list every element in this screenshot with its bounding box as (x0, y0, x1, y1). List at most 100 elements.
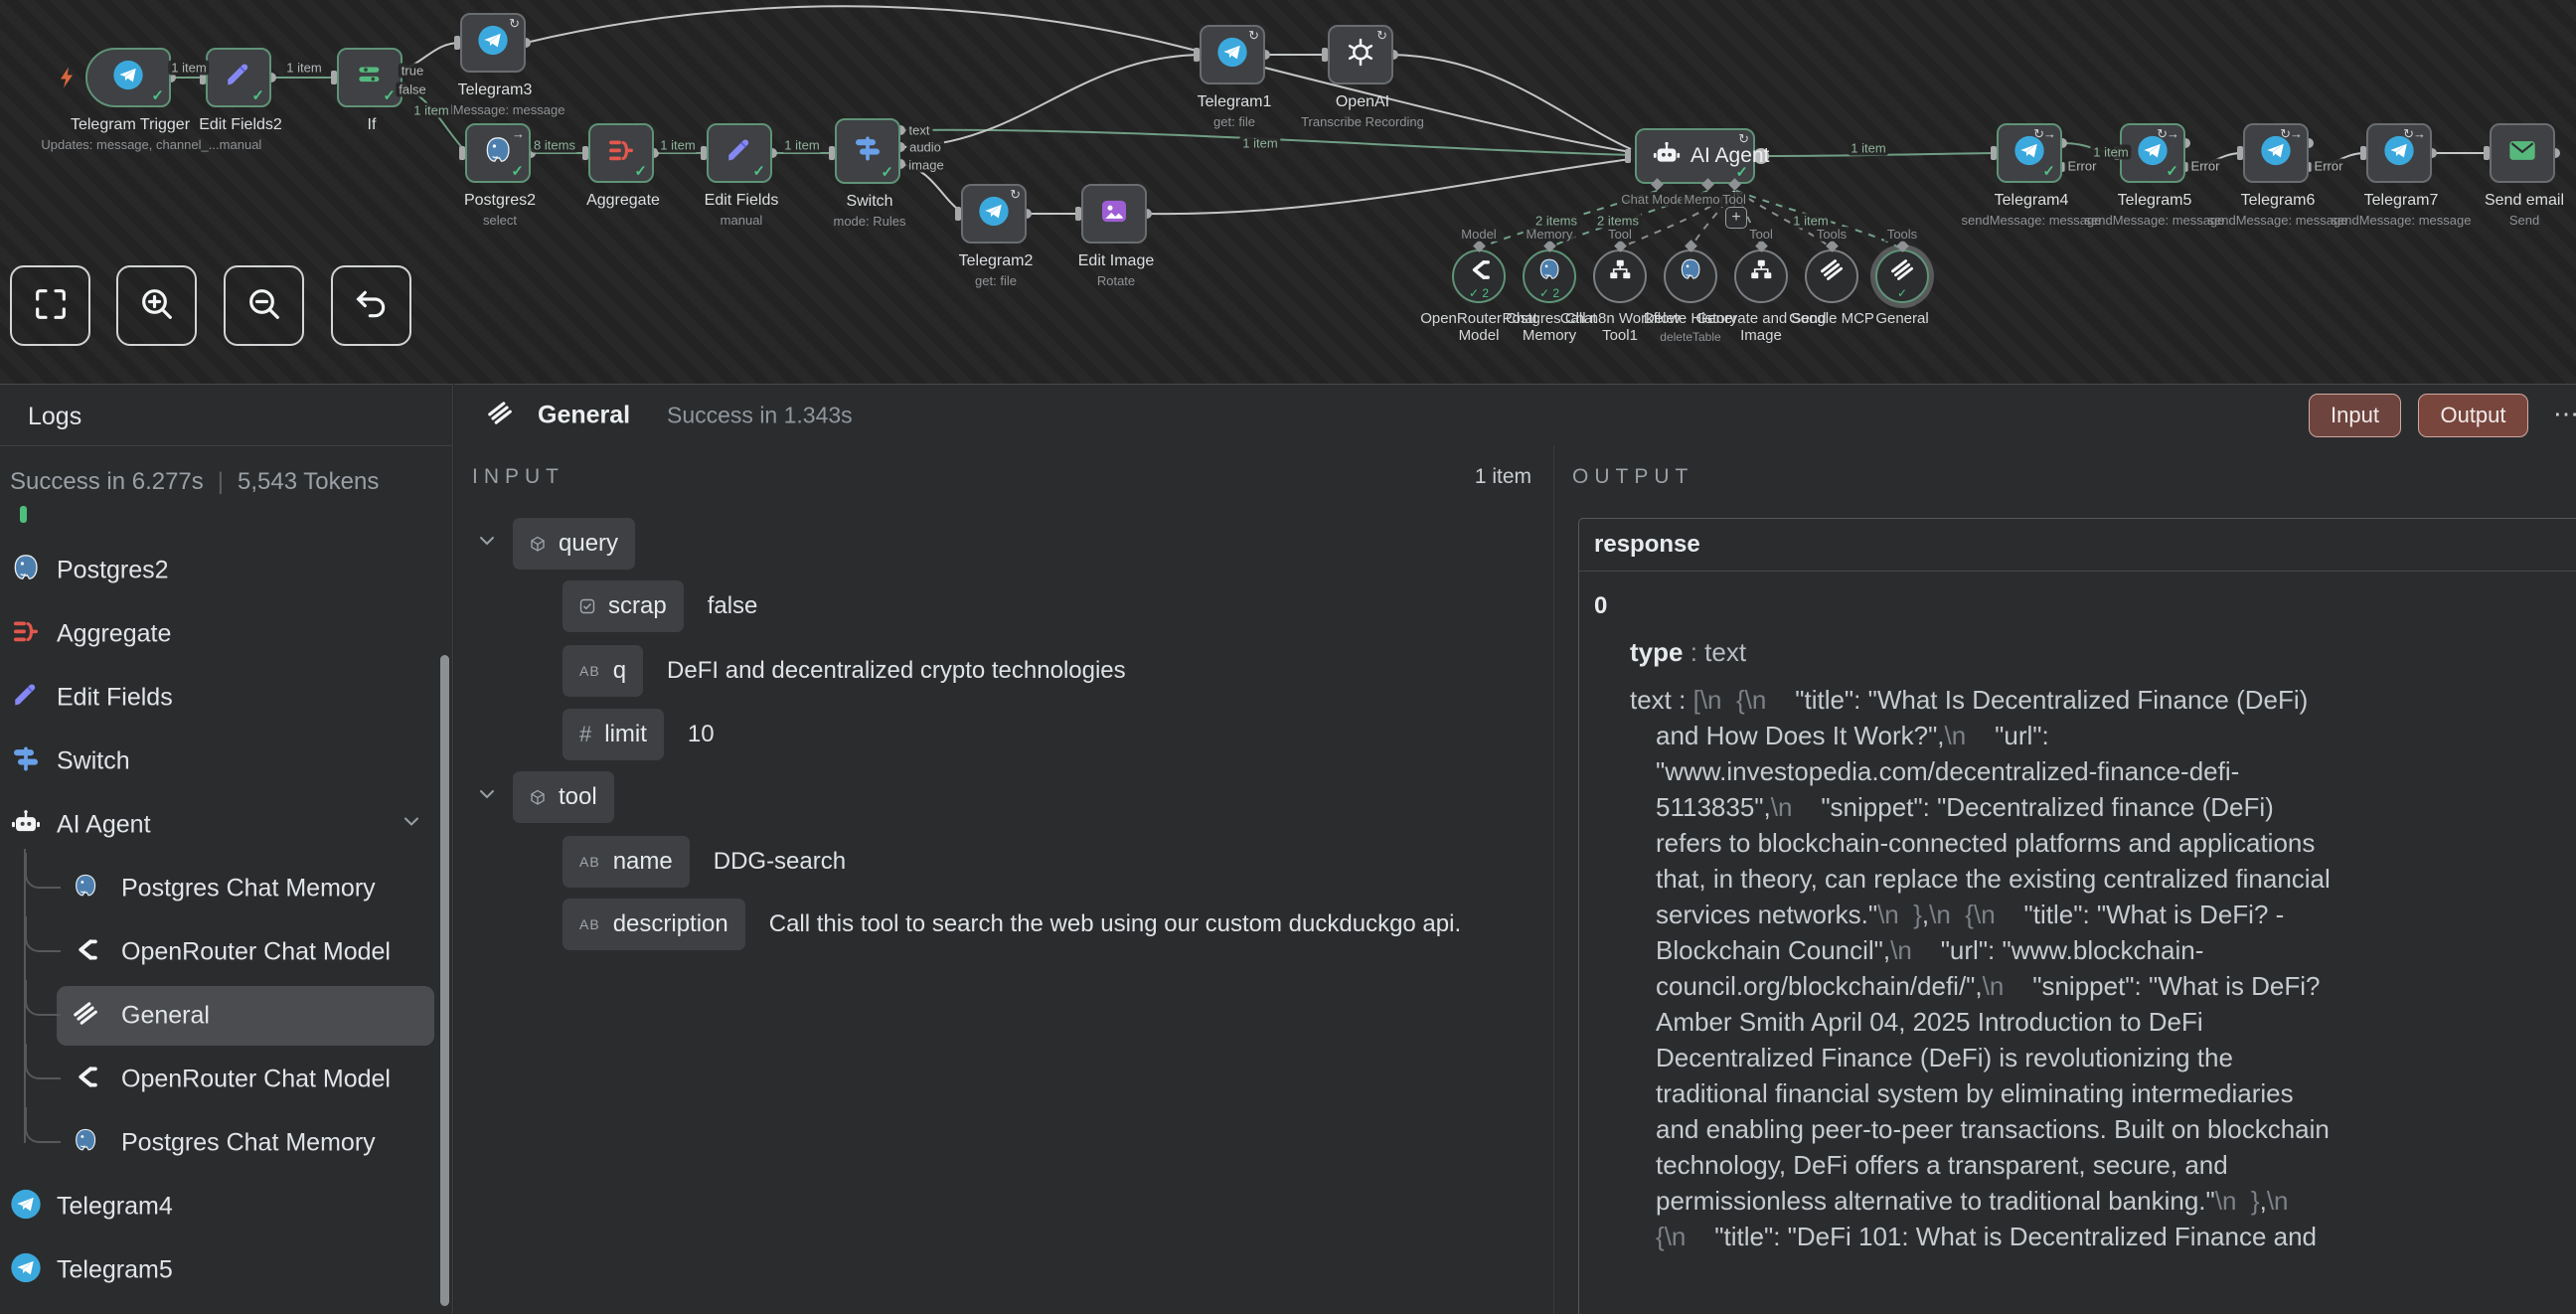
edge-label: audio (906, 140, 944, 155)
node-edit-image[interactable]: Edit ImageRotate (1081, 184, 1147, 244)
node-ai-agent[interactable]: AI Agent↻✓ (1635, 128, 1755, 184)
input-panel: INPUT 1 item queryscrapfalseABqDeFI and … (454, 445, 1553, 1314)
node-badge-icon: ↻→ (2033, 126, 2055, 142)
key-pill-name[interactable]: ABname (563, 836, 690, 888)
edge-label: 1 item (657, 138, 698, 153)
robot-icon (10, 807, 42, 844)
node-telegram6[interactable]: ↻→Telegram6sendMessage: message (2243, 123, 2309, 183)
logs-item-switch[interactable]: Switch (0, 738, 453, 785)
telegram-icon (112, 60, 144, 96)
openrouter-icon (1466, 257, 1492, 288)
response-block: response 0 type : text text : [\n {\n "t… (1578, 518, 2576, 1314)
node-badge-icon: ↻ (1248, 28, 1258, 44)
run-summary[interactable]: Success in 6.277s|5,543 Tokens (10, 468, 379, 496)
add-tool-button[interactable]: + (1725, 207, 1747, 229)
subnode-openrouter-chat-model-1[interactable]: ✓ 2 (1452, 249, 1506, 303)
agent-connector-label: Tool (1719, 192, 1749, 207)
fit-view-button[interactable] (10, 265, 90, 346)
node-postgres2[interactable]: →✓Postgres2select (465, 123, 531, 183)
input-row-q: ABqDeFI and decentralized crypto technol… (563, 645, 1126, 697)
node-label: If (262, 116, 481, 134)
logs-item-label: Aggregate (57, 620, 171, 649)
input-toggle-button[interactable]: Input (2309, 394, 2401, 437)
node-switch[interactable]: ✓Switchmode: Rules (835, 118, 900, 184)
logs-item-postgres-chat-memory[interactable]: Postgres Chat Memory (0, 865, 453, 912)
key-pill-query[interactable]: query (513, 518, 635, 570)
subnode-delete-history[interactable] (1664, 249, 1717, 303)
zoom-in-button[interactable] (116, 265, 197, 346)
node-edit-fields[interactable]: ✓Edit Fieldsmanual (707, 123, 772, 183)
key-pill-description[interactable]: ABdescription (563, 899, 745, 950)
node-telegram-trigger[interactable]: ✓Telegram TriggerUpdates: message, chann… (85, 48, 171, 107)
openrouter-icon (72, 1064, 99, 1096)
success-check-icon: ✓ (151, 86, 164, 104)
node-telegram3[interactable]: ↻Telegram3sendMessage: message (460, 13, 526, 73)
subnode-connector-label: Tools (1884, 227, 1920, 242)
tools-icon (486, 399, 514, 431)
token-count: 5,543 Tokens (238, 468, 379, 495)
telegram-icon (978, 196, 1010, 233)
key-pill-limit[interactable]: #limit (563, 709, 664, 760)
selected-node-title: General (538, 401, 630, 429)
value-name: DDG-search (714, 848, 846, 876)
logs-item-ai-agent[interactable]: AI Agent (0, 801, 453, 849)
subnode-postgres-chat-memory-1[interactable]: ✓ 2 (1523, 249, 1576, 303)
node-edit-fields2[interactable]: ✓Edit Fields2manual (206, 48, 271, 107)
node-telegram1[interactable]: ↻Telegram1get: file (1200, 25, 1265, 84)
subnode-call-n8n-workflow-tool1[interactable] (1593, 249, 1647, 303)
edge-label: Error (2312, 159, 2346, 174)
workflow-icon (1607, 257, 1633, 288)
key-label: description (613, 910, 728, 938)
logs-item-postgres2[interactable]: Postgres2 (0, 547, 453, 594)
edge-label: 1 item (283, 61, 324, 76)
cube-icon (530, 789, 546, 805)
node-aggregate[interactable]: ✓Aggregate (588, 123, 654, 183)
node-openai[interactable]: ↻OpenAITranscribe Recording (1328, 25, 1393, 84)
logs-item-aggregate[interactable]: Aggregate (0, 610, 453, 658)
chevron-down-icon[interactable] (479, 787, 495, 808)
success-check-icon: ✓ (511, 162, 524, 180)
node-telegram4[interactable]: ↻→✓Telegram4sendMessage: message (1997, 123, 2062, 183)
logs-item-openrouter-chat-model[interactable]: OpenRouter Chat Model (0, 1056, 453, 1103)
zoom-out-button[interactable] (224, 265, 304, 346)
edge-label: image (905, 158, 946, 173)
edge-label: text (906, 123, 933, 138)
openai-icon (1345, 37, 1376, 74)
edge-label: 2 items (1532, 214, 1580, 229)
node-telegram2[interactable]: ↻Telegram2get: file (961, 184, 1027, 244)
subnode-generate-and-send-image[interactable] (1734, 249, 1788, 303)
key-pill-q[interactable]: ABq (563, 645, 643, 697)
node-label: OpenAITranscribe Recording (1253, 93, 1472, 129)
logs-item-openrouter-chat-model[interactable]: OpenRouter Chat Model (0, 928, 453, 976)
postgres-icon (72, 873, 99, 905)
edge-label: true (399, 64, 426, 79)
key-label: scrap (608, 592, 667, 620)
node-telegram7[interactable]: ↻→Telegram7sendMessage: message (2366, 123, 2432, 183)
node-send-email[interactable]: Send emailSend (2490, 123, 2555, 183)
key-pill-tool[interactable]: tool (513, 771, 614, 823)
subnode-general[interactable]: ✓ (1875, 249, 1929, 303)
output-toggle-button[interactable]: Output (2418, 394, 2528, 437)
undo-button[interactable] (331, 265, 411, 346)
fit-view-icon (31, 284, 71, 327)
logs-item-telegram4[interactable]: Telegram4 (0, 1183, 453, 1231)
response-key[interactable]: response (1579, 519, 2576, 572)
logs-item-general[interactable]: General (0, 992, 453, 1040)
node-badge-icon: ↻ (1376, 28, 1386, 44)
logs-item-telegram5[interactable]: Telegram5 (0, 1246, 453, 1294)
node-label: Edit ImageRotate (1007, 252, 1225, 288)
success-check-icon: ✓ (752, 162, 765, 180)
chevron-down-icon[interactable] (479, 534, 495, 555)
logs-item-postgres-chat-memory[interactable]: Postgres Chat Memory (0, 1119, 453, 1167)
sidebar-scrollbar[interactable] (440, 655, 449, 1306)
logs-item-edit-fields[interactable]: Edit Fields (0, 674, 453, 722)
chevron-down-icon[interactable] (403, 815, 419, 836)
workflow-canvas[interactable]: ✓Telegram TriggerUpdates: message, chann… (0, 0, 2576, 384)
more-options-icon[interactable]: ⋯ (2553, 399, 2576, 429)
edge-label: Error (2065, 159, 2100, 174)
subnode-google-mcp[interactable] (1805, 249, 1858, 303)
field-type-key: type (1630, 637, 1683, 667)
switch-icon (852, 133, 884, 170)
key-pill-scrap[interactable]: scrap (563, 580, 684, 632)
subnode-connector-label: Tool (1605, 227, 1635, 242)
